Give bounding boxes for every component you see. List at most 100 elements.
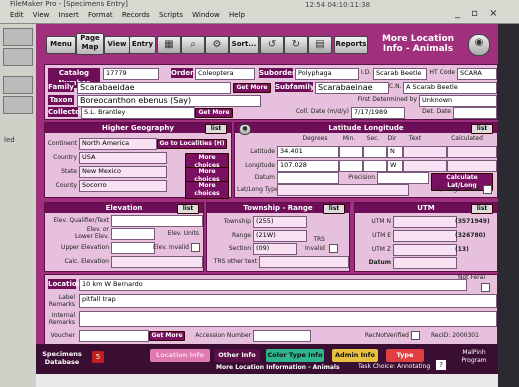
- location-field[interactable]: 10 km W Bernardo: [79, 279, 467, 291]
- lat-sec-field[interactable]: [363, 146, 387, 158]
- rec-not-verified-checkbox[interactable]: [411, 331, 420, 340]
- long-min-field[interactable]: [339, 160, 363, 172]
- township-field[interactable]: (255): [253, 216, 307, 228]
- state-field[interactable]: New Mexico: [79, 166, 167, 178]
- tool-icon[interactable]: [3, 48, 33, 66]
- menu-records[interactable]: Records: [122, 11, 150, 19]
- home-icon[interactable]: ◉: [468, 34, 490, 56]
- utm-e-field[interactable]: [393, 230, 457, 242]
- lower-elev-field[interactable]: [111, 228, 155, 240]
- help-icon[interactable]: ?: [436, 360, 446, 370]
- tool-icon[interactable]: [3, 28, 33, 46]
- long-text-field[interactable]: [403, 160, 447, 172]
- first-determined-field[interactable]: Unknown: [419, 95, 497, 107]
- latlong-list-button[interactable]: list: [471, 124, 493, 134]
- label-remarks-field[interactable]: pitfall trap: [79, 294, 497, 308]
- lat-dir-field[interactable]: N: [387, 146, 403, 158]
- redo-icon[interactable]: ↻: [284, 36, 308, 54]
- not-feral-checkbox[interactable]: [481, 283, 490, 292]
- tool-icon[interactable]: [3, 76, 33, 94]
- menu-scripts[interactable]: Scripts: [159, 11, 183, 19]
- det-date-field[interactable]: [453, 107, 497, 119]
- datum-field[interactable]: [277, 172, 339, 184]
- get-more-voucher-button[interactable]: Get More: [149, 331, 185, 341]
- internal-remarks-field[interactable]: [79, 311, 497, 327]
- country-field[interactable]: USA: [79, 152, 167, 164]
- trs-other-label: TRS other text: [213, 258, 257, 265]
- tab-location-info[interactable]: Location Info: [150, 349, 210, 362]
- latitude-field[interactable]: 34.401: [277, 146, 339, 158]
- tab-admin-info[interactable]: Admin Info: [332, 349, 378, 362]
- utm-datum-field[interactable]: [393, 257, 457, 269]
- continent-field[interactable]: North America: [79, 138, 157, 150]
- tab-other-info[interactable]: Other Info: [214, 349, 260, 362]
- elevation-list-button[interactable]: list: [177, 204, 199, 214]
- utm-z-field[interactable]: [393, 244, 457, 256]
- window-controls[interactable]: _ ▫ ×: [455, 8, 502, 19]
- page-map-button[interactable]: Page Map: [76, 33, 104, 55]
- book-icon[interactable]: ▦: [157, 36, 181, 54]
- county-more-choices-button[interactable]: More choices: [185, 181, 229, 199]
- family-field[interactable]: Scarabaeidae: [77, 82, 231, 94]
- menu-button[interactable]: Menu: [46, 36, 76, 54]
- sort-button[interactable]: Sort...: [229, 36, 259, 54]
- catalog-number-field[interactable]: 17779: [103, 68, 159, 80]
- specimens-database-label: Specimens Database: [42, 350, 82, 366]
- utm-list-button[interactable]: list: [471, 204, 493, 214]
- reports-button[interactable]: Reports: [334, 36, 368, 54]
- menu-edit[interactable]: Edit: [10, 11, 24, 19]
- elev-qualifier-field[interactable]: [111, 215, 203, 227]
- voucher-field[interactable]: [79, 330, 149, 342]
- lat-min-field[interactable]: [339, 146, 363, 158]
- suborder-field[interactable]: Polyphaga: [295, 68, 359, 80]
- latlong-panel: Latitude Longitude ● list Degrees Min. S…: [234, 122, 498, 198]
- long-sec-field[interactable]: [363, 160, 387, 172]
- page-name: More Location Information - Animals: [216, 364, 340, 371]
- latlong-invalid-checkbox[interactable]: [483, 185, 492, 194]
- find-icon[interactable]: ⌕: [181, 36, 205, 54]
- utm-n-field[interactable]: [393, 216, 457, 228]
- precision-field[interactable]: [377, 172, 429, 184]
- go-to-localities-button[interactable]: Go to Localities (H): [157, 139, 227, 149]
- latlong-type-field[interactable]: [277, 184, 409, 196]
- section-field[interactable]: (09): [253, 243, 297, 255]
- county-field[interactable]: Socorro: [79, 180, 167, 192]
- ht-code-field[interactable]: SCARA: [457, 68, 497, 80]
- tab-type[interactable]: Type: [386, 349, 424, 362]
- accession-field[interactable]: [253, 330, 311, 342]
- entry-button[interactable]: Entry: [129, 36, 156, 54]
- longitude-field[interactable]: 107.028: [277, 160, 339, 172]
- cn-field[interactable]: A Scarab Beetle: [403, 82, 497, 94]
- menu-view[interactable]: View: [33, 11, 50, 19]
- lat-text-field[interactable]: [403, 146, 447, 158]
- taxon-field[interactable]: Boreocanthon ebenus (Say): [77, 95, 261, 107]
- taxon-label: Taxon: [48, 95, 74, 105]
- get-more-collector-button[interactable]: Get More: [195, 108, 233, 118]
- coll-date-field[interactable]: 7/17/1989: [351, 107, 405, 119]
- tool-icon[interactable]: [3, 96, 33, 114]
- undo-icon[interactable]: ↺: [260, 36, 284, 54]
- collector-field[interactable]: S.L. Brantley: [81, 107, 195, 119]
- range-field[interactable]: (21W): [253, 230, 307, 242]
- higher-geography-list-button[interactable]: list: [205, 124, 227, 134]
- id-field[interactable]: Scarab Beetle: [373, 68, 427, 80]
- menu-insert[interactable]: Insert: [59, 11, 79, 19]
- trs-invalid-checkbox[interactable]: [329, 244, 338, 253]
- globe-icon[interactable]: ●: [239, 124, 251, 135]
- order-field[interactable]: Coleoptera: [195, 68, 255, 80]
- get-more-family-button[interactable]: Get More: [233, 83, 271, 93]
- township-list-button[interactable]: list: [323, 204, 345, 214]
- trs-other-field[interactable]: [259, 256, 349, 268]
- menu-window[interactable]: Window: [192, 11, 220, 19]
- menu-format[interactable]: Format: [88, 11, 113, 19]
- subfamily-field[interactable]: Scarabaeinae: [315, 82, 389, 94]
- view-button[interactable]: View: [104, 36, 130, 54]
- menu-help[interactable]: Help: [229, 11, 245, 19]
- print-icon[interactable]: ▤: [308, 36, 332, 54]
- elev-invalid-checkbox[interactable]: [191, 243, 200, 252]
- gear-icon[interactable]: ⚙: [205, 36, 229, 54]
- upper-elev-field[interactable]: [111, 242, 155, 254]
- long-dir-field[interactable]: W: [387, 160, 403, 172]
- tab-color-type-info[interactable]: Color Type Info: [266, 349, 324, 362]
- country-label: Country: [53, 154, 77, 161]
